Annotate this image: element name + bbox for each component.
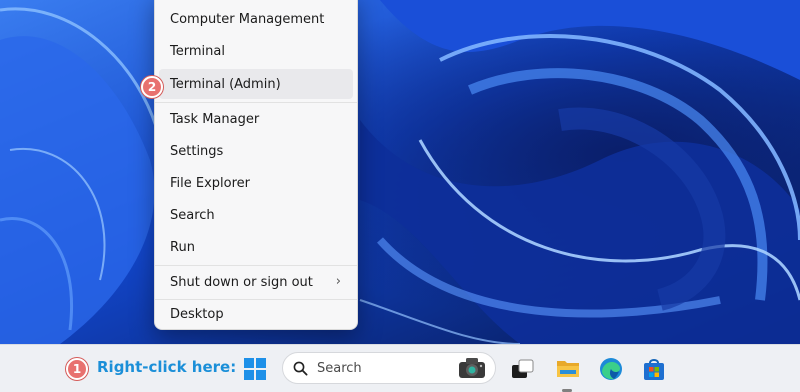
menu-item-label: Terminal bbox=[170, 43, 225, 59]
desktop-wallpaper bbox=[0, 0, 800, 344]
menu-item-label: Shut down or sign out bbox=[170, 274, 313, 290]
menu-item-label: File Explorer bbox=[170, 175, 251, 191]
menu-item-shutdown[interactable]: Shut down or sign out › bbox=[159, 267, 353, 297]
context-menu: Computer Management Terminal Terminal (A… bbox=[154, 0, 358, 330]
menu-item-search[interactable]: Search bbox=[159, 200, 353, 230]
menu-item-label: Run bbox=[170, 239, 195, 255]
menu-item-label: Settings bbox=[170, 143, 224, 159]
menu-item-label: Desktop bbox=[170, 306, 224, 322]
menu-separator bbox=[155, 102, 357, 103]
menu-item-terminal[interactable]: Terminal bbox=[159, 36, 353, 66]
menu-item-label: Task Manager bbox=[170, 111, 260, 127]
menu-item-settings[interactable]: Settings bbox=[159, 136, 353, 166]
menu-item-label: Terminal (Admin) bbox=[170, 76, 281, 92]
menu-item-label: Search bbox=[170, 207, 215, 223]
edge-browser-icon[interactable] bbox=[599, 357, 623, 381]
menu-item-file-explorer[interactable]: File Explorer bbox=[159, 168, 353, 198]
taskbar-search-box[interactable]: Search bbox=[282, 352, 496, 384]
step-1-badge: 1 bbox=[66, 358, 88, 380]
file-explorer-icon[interactable] bbox=[556, 357, 580, 379]
menu-item-computer-management[interactable]: Computer Management bbox=[159, 4, 353, 34]
menu-item-terminal-admin[interactable]: Terminal (Admin) bbox=[159, 69, 353, 99]
search-icon bbox=[293, 361, 308, 376]
chevron-right-icon: › bbox=[335, 274, 341, 289]
callout-text: Right-click here: bbox=[97, 358, 237, 376]
menu-item-run[interactable]: Run bbox=[159, 232, 353, 262]
menu-item-label: Computer Management bbox=[170, 11, 325, 27]
menu-item-desktop[interactable]: Desktop bbox=[159, 299, 353, 329]
camera-icon bbox=[459, 358, 485, 378]
taskbar: 1 Right-click here: Search bbox=[0, 344, 800, 392]
menu-separator bbox=[155, 265, 357, 266]
windows-start-icon[interactable] bbox=[244, 358, 266, 380]
step-2-badge: 2 bbox=[141, 76, 163, 98]
task-view-icon[interactable] bbox=[512, 359, 534, 379]
menu-item-task-manager[interactable]: Task Manager bbox=[159, 104, 353, 134]
search-placeholder: Search bbox=[317, 361, 362, 376]
microsoft-store-icon[interactable] bbox=[643, 357, 665, 381]
